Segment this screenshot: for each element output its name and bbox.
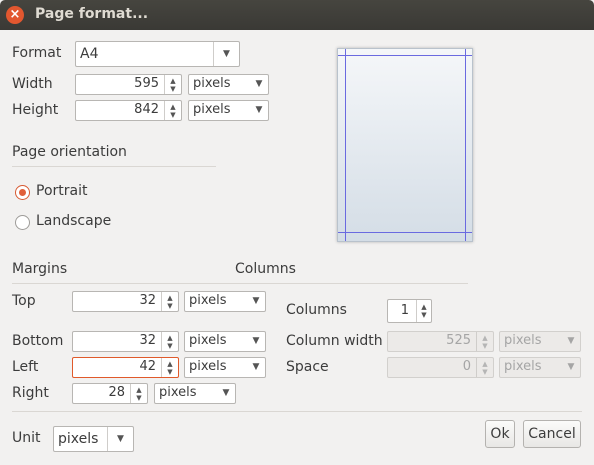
column-width-unit-value: pixels	[504, 333, 542, 348]
column-width-label: Column width	[286, 333, 383, 349]
chevron-down-icon: ▼	[213, 42, 239, 66]
format-value: A4	[80, 46, 99, 62]
chevron-down-icon: ▼	[255, 105, 263, 115]
width-unit-value: pixels	[193, 76, 231, 91]
chevron-down-icon: ▼	[567, 362, 575, 372]
bottom-margin-unit-select[interactable]: pixels ▼	[184, 331, 266, 352]
right-margin-label: Right	[12, 385, 49, 401]
column-width-value: 525	[446, 333, 471, 348]
format-select[interactable]: A4 ▼	[75, 41, 240, 67]
right-margin-unit-value: pixels	[159, 385, 197, 400]
columns-section-title: Columns	[235, 261, 296, 277]
height-unit-select[interactable]: pixels ▼	[188, 100, 269, 121]
right-margin-value: 28	[108, 385, 125, 400]
page-preview	[337, 48, 473, 242]
divider	[12, 283, 468, 284]
space-value: 0	[462, 359, 471, 374]
portrait-radio[interactable]	[15, 185, 30, 200]
spin-arrows-icon[interactable]: ▲ ▼	[416, 300, 431, 322]
format-label: Format	[12, 45, 62, 61]
space-unit-value: pixels	[504, 359, 542, 374]
chevron-down-icon: ▼	[222, 388, 230, 398]
height-label: Height	[12, 102, 59, 118]
bottom-margin-value: 32	[139, 333, 156, 348]
window-title: Page format...	[35, 6, 149, 22]
top-margin-spinbox[interactable]: 32 ▲ ▼	[72, 291, 179, 312]
left-margin-unit-select[interactable]: pixels ▼	[184, 357, 266, 378]
height-unit-value: pixels	[193, 102, 231, 117]
spin-arrows-icon[interactable]: ▲ ▼	[161, 292, 178, 311]
titlebar: × Page format...	[0, 0, 594, 30]
top-margin-value: 32	[139, 293, 156, 308]
width-value: 595	[134, 76, 159, 91]
height-spinbox[interactable]: 842 ▲ ▼	[75, 100, 182, 121]
right-margin-guide	[465, 49, 466, 241]
unit-value: pixels	[58, 431, 99, 447]
chevron-down-icon: ▼	[252, 362, 260, 372]
column-width-unit-select[interactable]: pixels ▼	[499, 331, 581, 352]
margins-section-title: Margins	[12, 261, 68, 277]
top-margin-label: Top	[12, 293, 36, 309]
unit-label: Unit	[12, 430, 41, 446]
bottom-margin-guide	[338, 232, 472, 233]
page-format-dialog: × Page format... Format A4 ▼ Width 595 ▲…	[0, 0, 594, 465]
chevron-down-icon: ▼	[107, 427, 133, 451]
portrait-label[interactable]: Portrait	[36, 183, 87, 199]
top-margin-guide	[338, 55, 472, 56]
columns-value: 1	[400, 303, 409, 318]
landscape-label[interactable]: Landscape	[36, 213, 111, 229]
chevron-down-icon: ▼	[252, 296, 260, 306]
divider	[12, 411, 582, 412]
right-margin-unit-select[interactable]: pixels ▼	[154, 383, 236, 404]
spin-arrows-icon[interactable]: ▲ ▼	[161, 332, 178, 351]
columns-label: Columns	[286, 302, 347, 318]
top-margin-unit-select[interactable]: pixels ▼	[184, 291, 266, 312]
left-margin-value: 42	[139, 359, 156, 374]
chevron-down-icon: ▼	[567, 336, 575, 346]
space-unit-select[interactable]: pixels ▼	[499, 357, 581, 378]
width-unit-select[interactable]: pixels ▼	[188, 74, 269, 95]
bottom-margin-spinbox[interactable]: 32 ▲ ▼	[72, 331, 179, 352]
landscape-radio[interactable]	[15, 215, 30, 230]
space-label: Space	[286, 359, 329, 375]
chevron-down-icon: ▼	[252, 336, 260, 346]
bottom-margin-label: Bottom	[12, 333, 64, 349]
spin-arrows-icon[interactable]: ▲ ▼	[476, 358, 493, 377]
spin-arrows-icon[interactable]: ▲ ▼	[476, 332, 493, 351]
ok-button[interactable]: Ok	[485, 420, 515, 448]
spin-arrows-icon[interactable]: ▲ ▼	[164, 101, 181, 120]
orientation-section-title: Page orientation	[12, 144, 127, 160]
chevron-down-icon: ▼	[255, 79, 263, 89]
left-margin-unit-value: pixels	[189, 359, 227, 374]
column-width-spinbox[interactable]: 525 ▲ ▼	[387, 331, 494, 352]
bottom-margin-unit-value: pixels	[189, 333, 227, 348]
width-spinbox[interactable]: 595 ▲ ▼	[75, 74, 182, 95]
spin-arrows-icon[interactable]: ▲ ▼	[130, 384, 147, 403]
top-margin-unit-value: pixels	[189, 293, 227, 308]
cancel-button[interactable]: Cancel	[523, 420, 581, 448]
unit-select[interactable]: pixels ▼	[53, 426, 134, 452]
height-value: 842	[134, 102, 159, 117]
divider	[12, 166, 216, 167]
right-margin-spinbox[interactable]: 28 ▲ ▼	[72, 383, 148, 404]
left-margin-label: Left	[12, 359, 39, 375]
close-icon[interactable]: ×	[6, 6, 24, 24]
space-spinbox[interactable]: 0 ▲ ▼	[387, 357, 494, 378]
spin-arrows-icon[interactable]: ▲ ▼	[164, 75, 181, 94]
left-margin-guide	[345, 49, 346, 241]
columns-spinbox[interactable]: 1 ▲ ▼	[387, 299, 432, 323]
width-label: Width	[12, 76, 53, 92]
left-margin-spinbox[interactable]: 42 ▲ ▼	[72, 357, 179, 378]
spin-arrows-icon[interactable]: ▲ ▼	[161, 358, 178, 377]
